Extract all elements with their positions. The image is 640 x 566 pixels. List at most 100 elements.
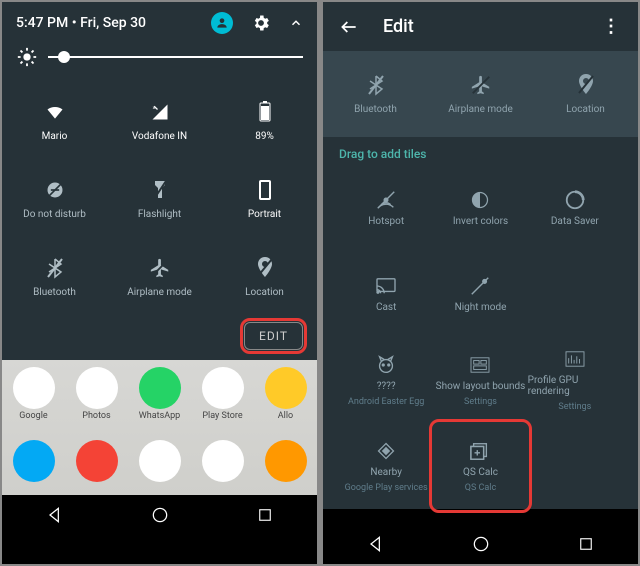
qs-tile-gpu[interactable]: Profile GPU renderingSettings: [528, 337, 622, 423]
app-Google[interactable]: Google: [13, 367, 55, 421]
status-clock: 5:47 PM • Fri, Sep 30: [16, 15, 146, 31]
nav-home-icon[interactable]: [471, 534, 491, 554]
tile-label: Cast: [376, 302, 396, 313]
svg-text:×: ×: [152, 105, 155, 111]
app-icon[interactable]: [265, 440, 307, 482]
qs-tile-bounds[interactable]: Show layout boundsSettings: [433, 337, 527, 423]
app-Photos[interactable]: Photos: [76, 367, 118, 421]
tile-label: Bluetooth: [354, 104, 397, 115]
settings-icon[interactable]: [251, 13, 271, 33]
app-icon[interactable]: [139, 440, 181, 482]
tile-label: Airplane mode: [127, 287, 192, 298]
qscalc-icon: [469, 440, 491, 462]
location-icon: [254, 257, 276, 279]
tile-label: Portrait: [248, 209, 281, 220]
qs-tile-datasaver[interactable]: Data Saver: [528, 165, 622, 251]
app-icon: [76, 440, 118, 482]
app-label: WhatsApp: [139, 411, 180, 421]
hotspot-icon: [375, 189, 397, 211]
flashlight-icon: [149, 179, 171, 201]
tile-label: Vodafone IN: [132, 131, 187, 142]
chevron-up-icon[interactable]: [289, 16, 303, 30]
app-Allo[interactable]: Allo: [265, 367, 307, 421]
qs-tile-airplane[interactable]: Airplane mode: [428, 59, 533, 129]
airplane-icon: [149, 257, 171, 279]
tile-label: Hotspot: [368, 216, 404, 227]
app-icon: [265, 367, 307, 409]
qs-tile-location[interactable]: Location: [533, 59, 638, 129]
nav-recents-icon[interactable]: [256, 506, 274, 524]
nav-recents-icon[interactable]: [577, 535, 595, 553]
tile-label: Airplane mode: [448, 104, 513, 115]
nearby-icon: [375, 440, 397, 462]
qs-tile-wifi[interactable]: Mario: [2, 82, 107, 160]
bluetooth-icon: [44, 257, 66, 279]
qs-tile-dnd[interactable]: Do not disturb: [2, 160, 107, 238]
tile-label: QS Calc: [463, 467, 498, 478]
tile-label: Show layout bounds: [436, 381, 526, 392]
tile-label: Flashlight: [138, 209, 181, 220]
app-icon: [13, 367, 55, 409]
drag-to-add-label: Drag to add tiles: [339, 147, 622, 165]
qs-tile-cat[interactable]: ????Android Easter Egg: [339, 337, 433, 423]
app-icon: [76, 367, 118, 409]
brightness-slider[interactable]: [2, 40, 317, 82]
location-icon: [575, 74, 597, 96]
app-label: Google: [19, 411, 47, 421]
app-Play Store[interactable]: Play Store: [202, 367, 244, 421]
qs-tile-nearby[interactable]: NearbyGoogle Play services: [339, 423, 433, 509]
night-icon: [469, 275, 491, 297]
brightness-track[interactable]: [48, 56, 303, 58]
edit-title: Edit: [383, 16, 414, 37]
invert-icon: [469, 189, 491, 211]
tile-label: Bluetooth: [33, 287, 76, 298]
qs-tile-battery[interactable]: 89%: [212, 82, 317, 160]
qs-tile-flashlight[interactable]: Flashlight: [107, 160, 212, 238]
airplane-icon: [470, 74, 492, 96]
dnd-icon: [44, 179, 66, 201]
app-icon: [265, 440, 307, 482]
qs-tile-bluetooth[interactable]: Bluetooth: [2, 238, 107, 316]
app-icon: [202, 367, 244, 409]
home-screen: Google Photos WhatsApp Play Store Allo: [2, 360, 317, 495]
tile-label: Profile GPU rendering: [528, 375, 622, 397]
screenshot-right: Edit ⋮ Bluetooth Airplane mode Location Dr…: [323, 2, 638, 564]
bluetooth-icon: [365, 74, 387, 96]
back-arrow-icon[interactable]: [339, 17, 359, 37]
tile-label: ????: [377, 381, 396, 392]
app-icon: [13, 440, 55, 482]
qs-tile-hotspot[interactable]: Hotspot: [339, 165, 433, 251]
app-label: Play Store: [202, 411, 242, 421]
qs-tile-bluetooth[interactable]: Bluetooth: [323, 59, 428, 129]
nav-home-icon[interactable]: [150, 505, 170, 525]
edit-button[interactable]: EDIT: [244, 322, 303, 350]
app-WhatsApp[interactable]: WhatsApp: [139, 367, 181, 421]
screenshot-left: 5:47 PM • Fri, Sep 30: [2, 2, 317, 564]
qs-tile-signal-off[interactable]: × Vodafone IN: [107, 82, 212, 160]
app-icon[interactable]: [13, 440, 55, 482]
qs-tile-location[interactable]: Location: [212, 238, 317, 316]
account-icon[interactable]: [211, 12, 233, 34]
tile-label: 89%: [255, 131, 274, 142]
qs-tile-cast[interactable]: Cast: [339, 251, 433, 337]
app-icon: [139, 367, 181, 409]
qs-tile-airplane[interactable]: Airplane mode: [107, 238, 212, 316]
wifi-icon: [44, 101, 66, 123]
app-icon[interactable]: [202, 440, 244, 482]
cat-icon: [375, 354, 397, 376]
status-bar: 5:47 PM • Fri, Sep 30: [2, 2, 317, 40]
qs-tile-invert[interactable]: Invert colors: [433, 165, 527, 251]
nav-back-icon[interactable]: [366, 534, 386, 554]
brightness-icon: [16, 46, 38, 68]
overflow-menu-icon[interactable]: ⋮: [602, 16, 622, 37]
tile-sublabel: Google Play services: [345, 483, 428, 493]
qs-tile-night[interactable]: Night mode: [433, 251, 527, 337]
app-icon[interactable]: [76, 440, 118, 482]
tile-sublabel: QS Calc: [465, 483, 496, 493]
tile-label: Do not disturb: [23, 209, 86, 220]
qs-tile-portrait[interactable]: Portrait: [212, 160, 317, 238]
nav-back-icon[interactable]: [45, 505, 65, 525]
qs-tile-qscalc[interactable]: QS Calc QS Calc: [433, 423, 527, 509]
portrait-icon: [254, 179, 276, 201]
edit-header: Edit ⋮: [323, 2, 638, 51]
